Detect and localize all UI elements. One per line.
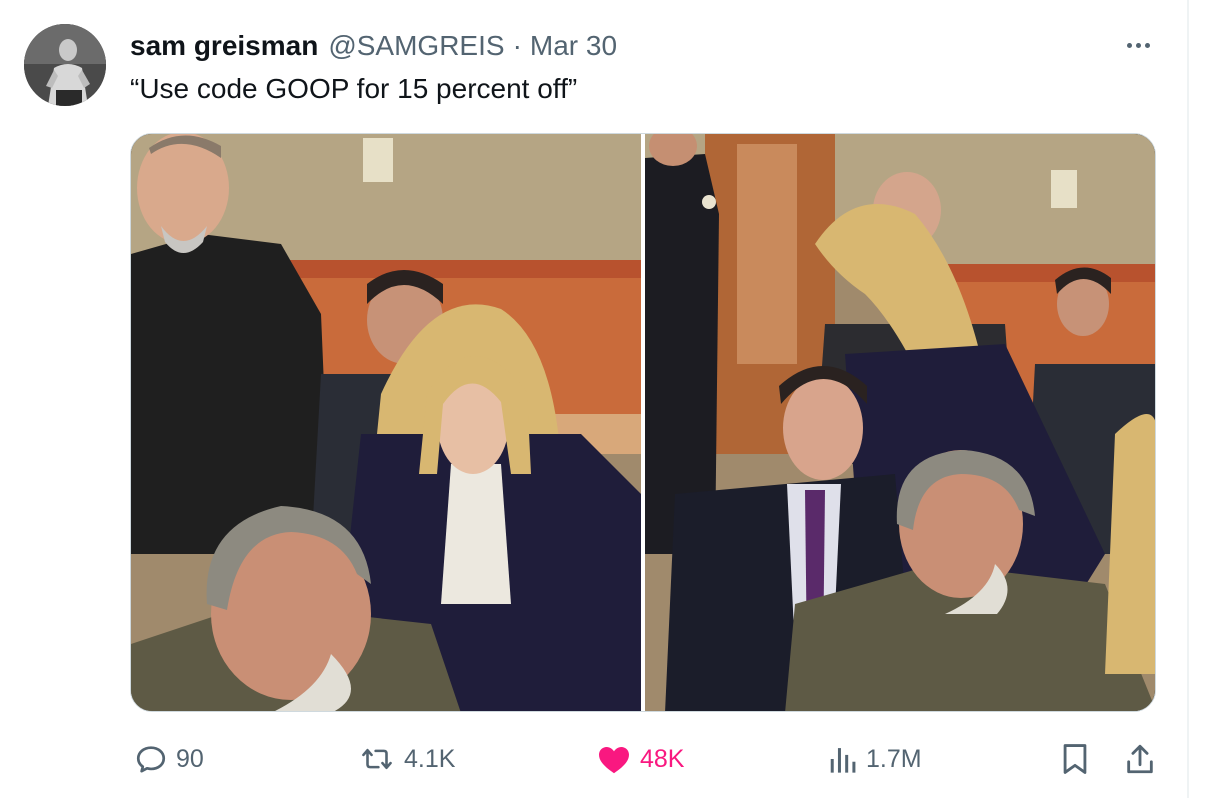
- reply-count: 90: [176, 744, 204, 773]
- action-bar: 90 4.1K 48K 1.7M: [0, 736, 1232, 782]
- retweet-count: 4.1K: [404, 744, 456, 773]
- timeline-divider: [1187, 0, 1189, 798]
- author-handle[interactable]: @SAMGREIS: [328, 30, 504, 62]
- reply-button[interactable]: 90: [134, 736, 204, 782]
- bookmark-icon: [1063, 744, 1087, 774]
- like-heart-icon: [599, 747, 629, 774]
- bookmark-button[interactable]: [1060, 736, 1090, 782]
- views-chart-icon: [830, 748, 856, 773]
- retweet-button[interactable]: 4.1K: [358, 736, 455, 782]
- avatar-image: [24, 24, 106, 106]
- left-still: [131, 134, 641, 711]
- avatar[interactable]: [24, 24, 106, 106]
- share-button[interactable]: [1124, 736, 1156, 782]
- share-icon: [1127, 744, 1153, 774]
- retweet-icon: [362, 748, 392, 770]
- tweet-header: sam greisman @SAMGREIS · Mar 30: [130, 28, 617, 64]
- like-count: 48K: [640, 744, 685, 773]
- tweet-media[interactable]: [130, 133, 1156, 712]
- author-name[interactable]: sam greisman: [130, 30, 318, 62]
- views-button[interactable]: 1.7M: [828, 736, 922, 782]
- tweet-text: “Use code GOOP for 15 percent off”: [130, 73, 578, 104]
- right-still: [645, 134, 1155, 711]
- views-count: 1.7M: [866, 744, 922, 773]
- separator-dot: ·: [512, 30, 522, 61]
- more-options-icon[interactable]: [1118, 30, 1158, 60]
- media-image: [131, 134, 1155, 711]
- like-button[interactable]: 48K: [596, 736, 684, 782]
- tweet-date[interactable]: Mar 30: [530, 30, 617, 62]
- reply-icon: [136, 746, 166, 773]
